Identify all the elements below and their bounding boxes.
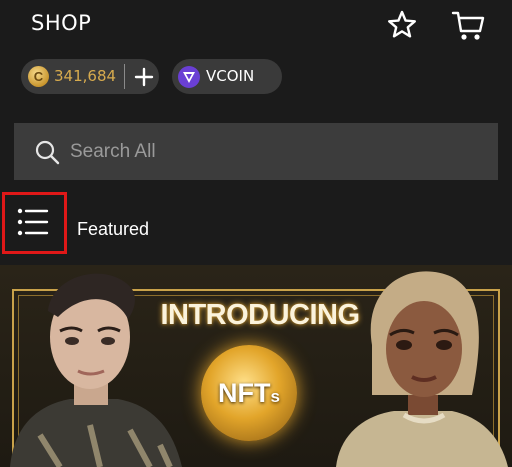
divider bbox=[124, 64, 125, 89]
credits-amount: 341,684 bbox=[54, 67, 117, 85]
female-avatar-image bbox=[336, 271, 508, 467]
list-menu-icon bbox=[17, 208, 49, 236]
search-icon bbox=[35, 140, 60, 165]
plus-icon bbox=[134, 67, 154, 86]
credits-balance: C 341,684 bbox=[21, 59, 159, 94]
search-bar[interactable] bbox=[14, 123, 498, 180]
cart-button[interactable] bbox=[451, 9, 487, 43]
banner-heading: INTRODUCING bbox=[160, 299, 360, 331]
vcoin-icon bbox=[178, 66, 200, 88]
credits-coin-icon: C bbox=[28, 66, 49, 87]
male-avatar-image bbox=[10, 273, 182, 467]
nft-promo-banner[interactable]: INTRODUCING NFTs bbox=[0, 265, 512, 467]
category-menu-button[interactable] bbox=[2, 192, 67, 254]
shop-header: SHOP bbox=[0, 0, 512, 52]
search-input[interactable] bbox=[70, 123, 470, 180]
star-icon bbox=[388, 10, 416, 38]
vcoin-label: VCOIN bbox=[206, 67, 255, 85]
wallet-row: C 341,684 VCOIN bbox=[0, 59, 512, 95]
nft-badge-text: NFTs bbox=[218, 378, 280, 408]
featured-label: Featured bbox=[77, 219, 150, 239]
favorites-button[interactable] bbox=[386, 9, 418, 41]
cart-icon bbox=[451, 11, 485, 40]
vcoin-button[interactable]: VCOIN bbox=[172, 59, 282, 94]
page-title: SHOP bbox=[31, 11, 92, 35]
add-credits-button[interactable] bbox=[129, 59, 159, 94]
